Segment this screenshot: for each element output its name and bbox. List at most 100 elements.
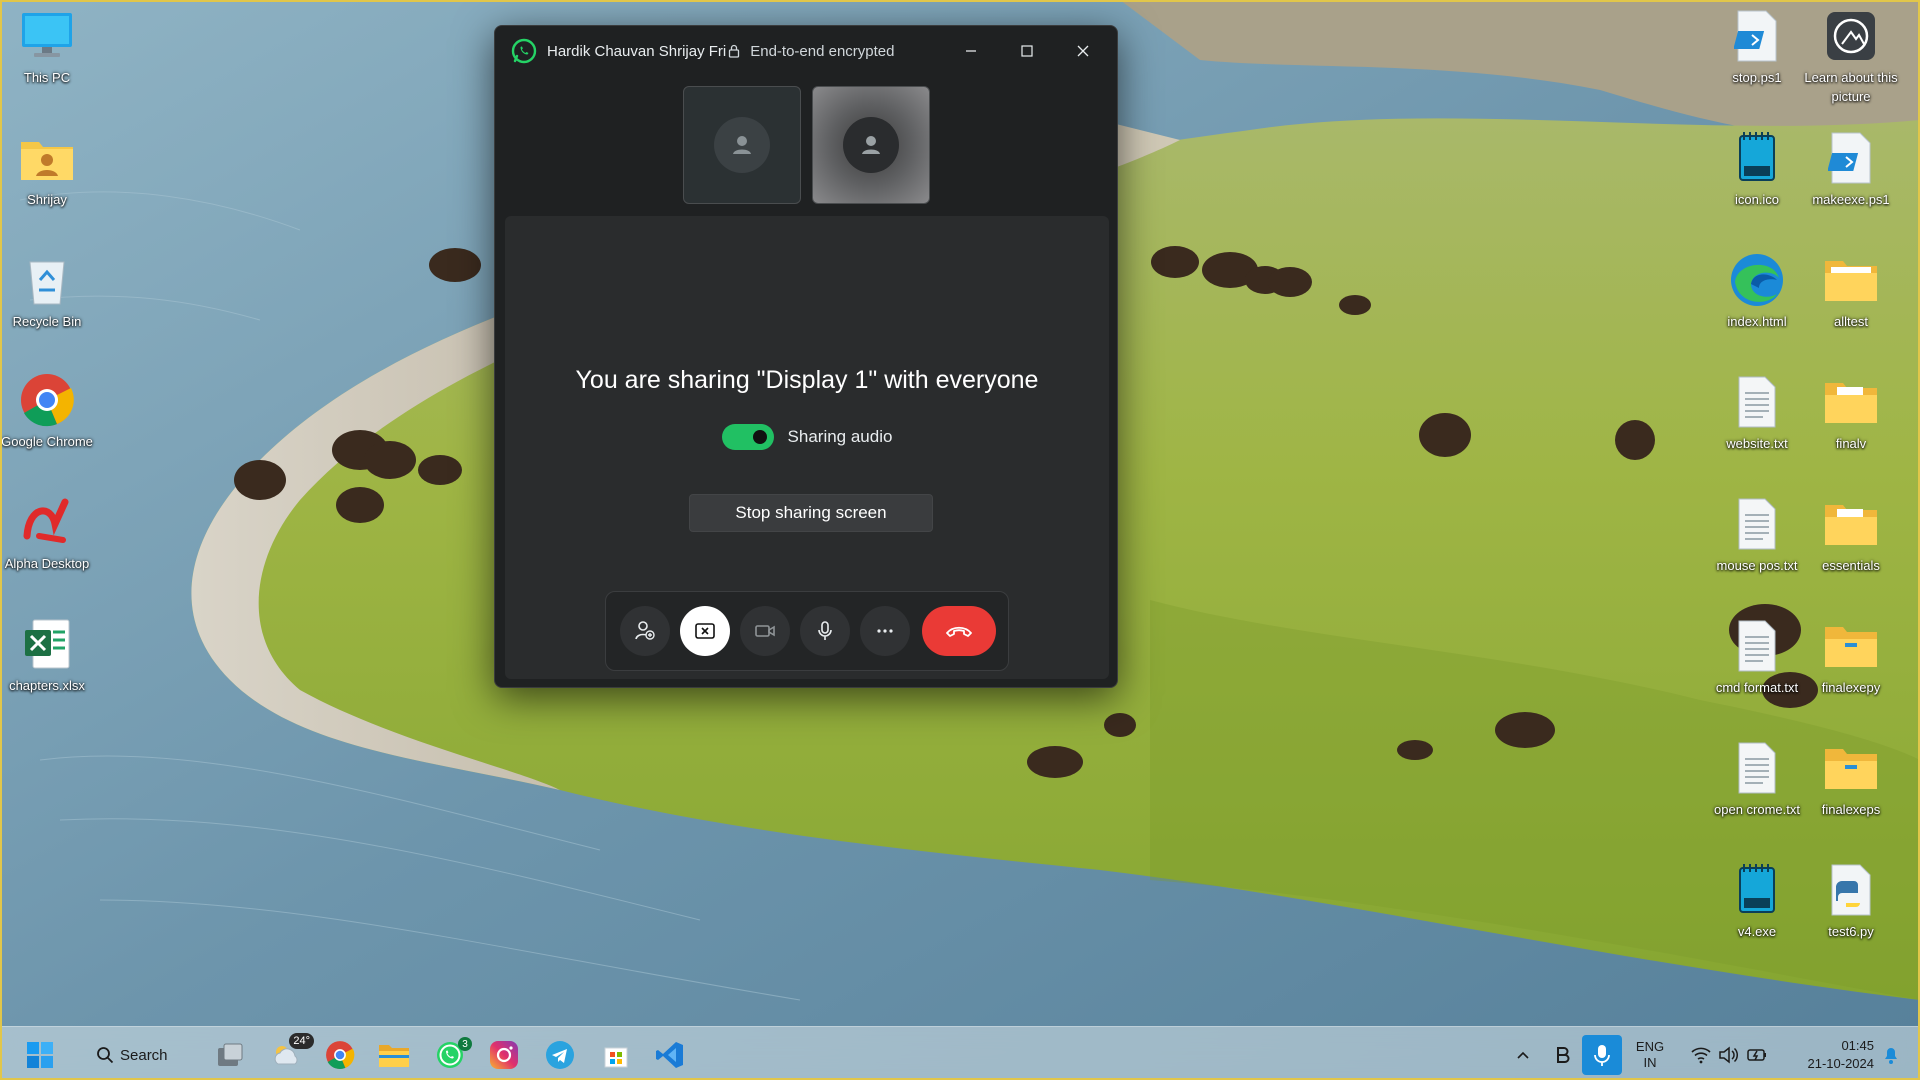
call-titlebar[interactable]: Hardik Chauvan Shrijay Fri End-to-end en… [495,26,1117,76]
avatar [714,117,770,173]
desktop-icon-learn-about-picture[interactable]: Learn about this picture [1804,8,1898,106]
desktop-icon-google-chrome[interactable]: Google Chrome [0,372,94,451]
desktop-icon-stop-ps1[interactable]: stop.ps1 [1710,8,1804,87]
start-button[interactable] [20,1035,60,1075]
desktop-icon-v4-exe[interactable]: v4.exe [1710,862,1804,941]
battery-charging-icon [1747,1049,1766,1061]
instagram-icon [490,1041,518,1069]
desktop-icon-this-pc[interactable]: This PC [0,8,94,87]
alpha-icon [19,494,75,550]
sharing-audio-label: Sharing audio [787,427,893,446]
clock[interactable]: 01:45 21-10-2024 [1782,1035,1875,1075]
desktop-icon-index-html[interactable]: index.html [1710,252,1804,331]
screen-share-stage: You are sharing "Display 1" with everyon… [505,216,1109,679]
end-call-button[interactable] [922,606,996,656]
stop-screen-share-icon [695,623,715,639]
desktop-icon-makeexe-ps1[interactable]: makeexe.ps1 [1804,130,1898,209]
call-title: Hardik Chauvan Shrijay Fri [547,42,727,60]
bold-b-icon [1557,1047,1570,1063]
folder-icon [1823,740,1879,796]
participant-tile[interactable] [812,86,930,204]
desktop-icon-alpha-desktop[interactable]: Alpha Desktop [0,494,94,573]
desktop-icon-website-txt[interactable]: website.txt [1710,374,1804,453]
language-line-2: IN [1643,1055,1657,1070]
desktop-icon-shrijay[interactable]: Shrijay [0,130,94,209]
language-indicator[interactable]: ENG IN [1630,1035,1670,1075]
desktop-icon-chapters-xlsx[interactable]: chapters.xlsx [0,616,94,695]
quick-settings-button[interactable] [1684,1035,1774,1075]
desktop-icon-icon-ico[interactable]: icon.ico [1710,130,1804,209]
desktop-icon-alltest[interactable]: alltest [1804,252,1898,331]
whatsapp-logo-icon [511,38,537,64]
taskbar-weather[interactable]: 24° [266,1033,314,1075]
desktop-icon-essentials[interactable]: essentials [1804,496,1898,575]
screen-share-button[interactable] [680,606,730,656]
desktop-icon-finalv[interactable]: finalv [1804,374,1898,453]
desktop-icon-recycle-bin[interactable]: Recycle Bin [0,252,94,331]
taskbar-vscode[interactable] [650,1035,690,1075]
clock-date: 21-10-2024 [1807,1056,1875,1071]
folder-icon [1823,496,1879,552]
desktop-icon-test6-py[interactable]: test6.py [1804,862,1898,941]
taskbar-whatsapp[interactable]: 3 [428,1035,472,1075]
participant-tile[interactable] [683,86,801,204]
python-file-icon [1823,862,1879,918]
desktop-icon-open-crome-txt[interactable]: open crome.txt [1710,740,1804,819]
powershell-file-icon [1729,8,1785,64]
person-icon [862,136,880,154]
clock-time: 01:45 [1841,1038,1874,1053]
sharing-audio-row: Sharing audio [505,424,1109,450]
text-file-icon [1729,374,1785,430]
task-view-icon [218,1043,243,1066]
taskbar-telegram[interactable] [540,1035,580,1075]
desktop-icon-finalexepy[interactable]: finalexepy [1804,618,1898,697]
taskbar-chrome[interactable] [320,1035,360,1075]
stop-sharing-button[interactable]: Stop sharing screen [689,494,933,532]
close-button[interactable] [1055,26,1111,76]
learn-picture-icon [1823,8,1879,64]
exe-file-icon [1729,862,1785,918]
minimize-icon [966,50,976,52]
text-file-icon [1729,496,1785,552]
taskbar: Search 24° 3 ENG IN 01:45 21-10-2024 [0,1026,1920,1080]
maximize-button[interactable] [999,26,1055,76]
desktop-icon-finalexeps[interactable]: finalexeps [1804,740,1898,819]
weather-temperature: 24° [289,1033,314,1049]
add-person-icon [635,621,655,640]
hang-up-icon [946,626,972,637]
taskbar-microsoft-store[interactable] [596,1035,636,1075]
folder-icon [1823,374,1879,430]
camera-button[interactable] [740,606,790,656]
desktop-icon-mouse-pos-txt[interactable]: mouse pos.txt [1710,496,1804,575]
taskbar-search[interactable]: Search [96,1035,186,1075]
microphone-icon [1594,1045,1610,1066]
add-participant-button[interactable] [620,606,670,656]
ico-file-icon [1729,130,1785,186]
taskbar-instagram[interactable] [484,1035,524,1075]
telegram-icon [546,1041,574,1069]
folder-icon [1823,618,1879,674]
text-file-icon [1729,740,1785,796]
search-label: Search [120,1046,168,1064]
notifications-button[interactable] [1876,1035,1906,1075]
voice-typing-button[interactable] [1582,1035,1622,1075]
microphone-button[interactable] [800,606,850,656]
sharing-audio-toggle[interactable] [721,424,774,450]
desktop-icon-cmd-format-txt[interactable]: cmd format.txt [1710,618,1804,697]
taskbar-task-view[interactable] [210,1035,250,1075]
windows-logo-icon [27,1042,53,1068]
show-hidden-icons-button[interactable] [1508,1035,1538,1075]
minimize-button[interactable] [943,26,999,76]
excel-icon [19,616,75,672]
taskbar-file-explorer[interactable] [374,1035,414,1075]
notification-badge: 3 [458,1037,472,1051]
text-file-icon [1729,618,1785,674]
encryption-label: End-to-end encrypted [750,42,895,60]
whatsapp-call-window: Hardik Chauvan Shrijay Fri End-to-end en… [494,25,1118,688]
more-horizontal-icon [877,629,893,633]
chrome-icon [326,1041,355,1070]
more-options-button[interactable] [860,606,910,656]
store-icon [604,1047,628,1068]
vscode-icon [656,1042,683,1068]
tray-app-button[interactable] [1548,1035,1578,1075]
